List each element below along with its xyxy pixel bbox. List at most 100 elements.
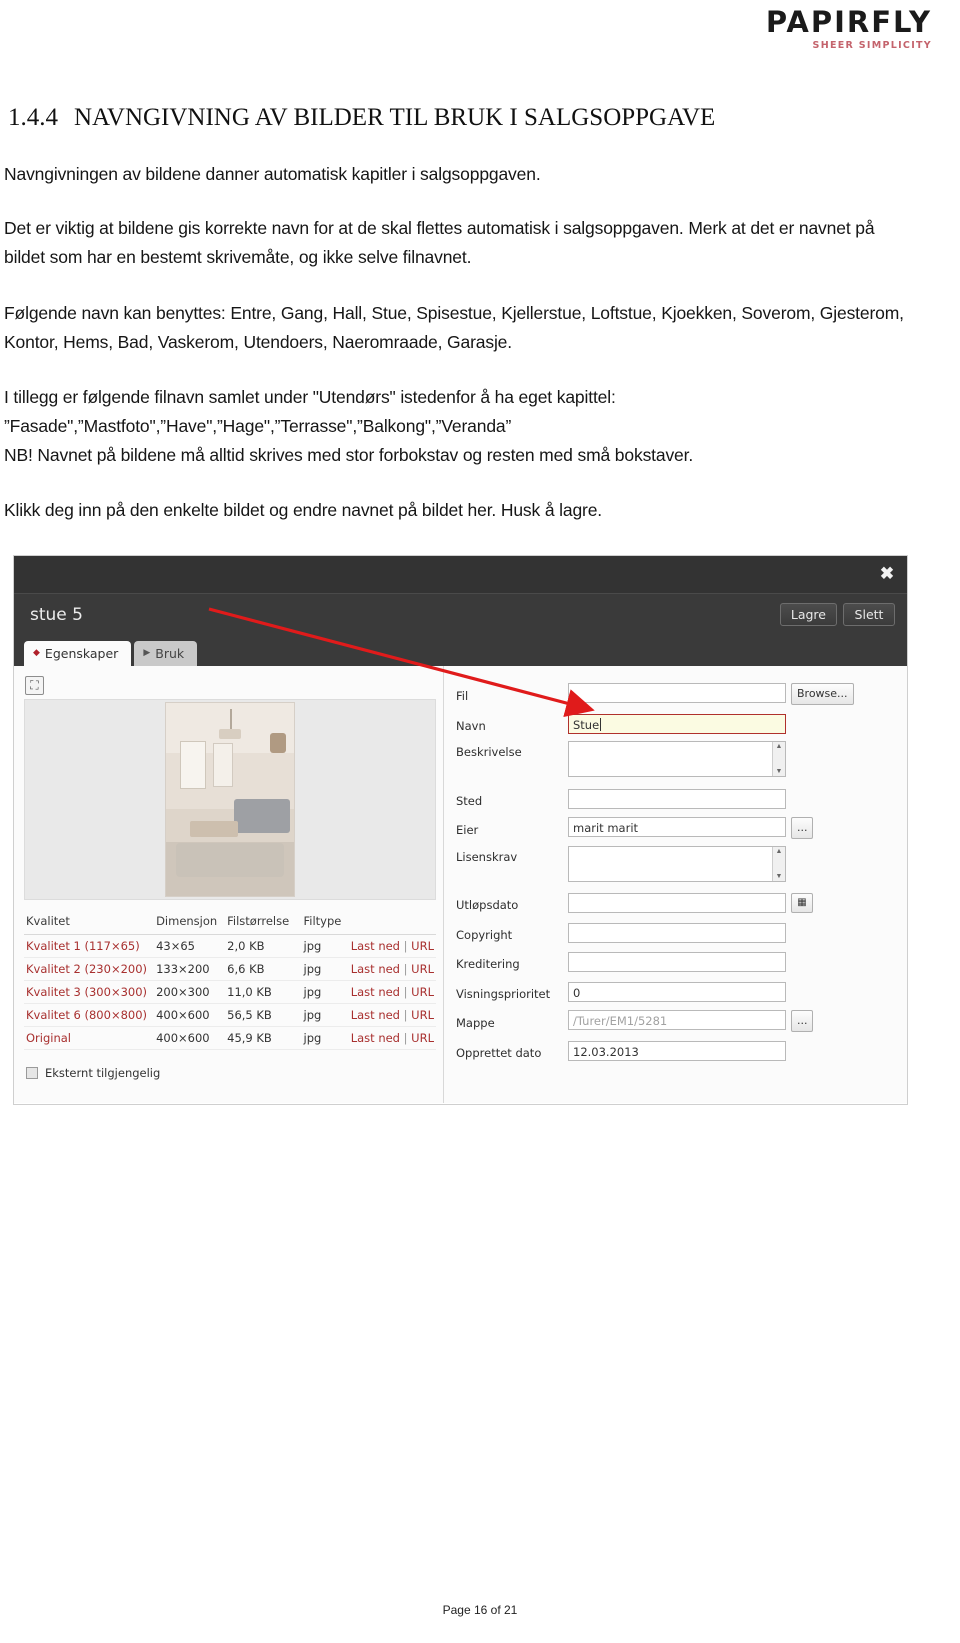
label-kreditering: Kreditering xyxy=(456,957,520,971)
form-row-mappe: Mappe /Turer/EM1/5281 ... xyxy=(456,1009,856,1033)
paragraph-allowed-names: Følgende navn kan benyttes: Entre, Gang,… xyxy=(4,303,904,352)
cell-filstorrelse: 6,6 KB xyxy=(225,957,302,981)
close-icon[interactable]: ✖ xyxy=(879,565,895,582)
paragraph-outdoor-list: ”Fasade",”Mastfoto",”Have",”Hage",”Terra… xyxy=(4,416,512,436)
cell-filstorrelse: 45,9 KB xyxy=(225,1026,302,1050)
label-utlopsdato: Utløpsdato xyxy=(456,898,519,912)
input-visningsprioritet[interactable]: 0 xyxy=(568,981,786,1002)
brand-logo: PAPIRFLY SHEER SIMPLICITY xyxy=(766,8,932,51)
form-row-visningsprioritet: Visningsprioritet 0 xyxy=(456,980,856,1004)
download-link[interactable]: Last ned xyxy=(351,1031,400,1045)
separator: | xyxy=(403,939,408,953)
cell-dimensjon: 43×65 xyxy=(154,934,226,958)
form-row-utlopsdato: Utløpsdato ▦ xyxy=(456,891,856,915)
image-preview[interactable] xyxy=(24,699,436,900)
input-eier[interactable]: marit marit xyxy=(568,817,786,837)
table-row: Kvalitet 3 (300×300) 200×300 11,0 KB jpg… xyxy=(24,980,436,1004)
cell-dimensjon: 400×600 xyxy=(154,1003,226,1027)
save-button[interactable]: Lagre xyxy=(779,603,837,626)
scrollbar-beskrivelse[interactable]: ▲ ▼ xyxy=(772,742,785,776)
cell-filtype: jpg xyxy=(301,934,349,958)
cell-actions: Last ned | URL xyxy=(348,934,436,958)
form-row-sted: Sted xyxy=(456,787,856,811)
url-link[interactable]: URL xyxy=(411,1031,434,1045)
text-caret xyxy=(600,717,602,731)
input-sted[interactable] xyxy=(568,788,786,809)
cell-actions: Last ned | URL xyxy=(348,980,436,1004)
url-link[interactable]: URL xyxy=(411,1008,434,1022)
page-footer: Page 16 of 21 xyxy=(442,1603,518,1617)
input-kreditering[interactable] xyxy=(568,952,786,972)
cell-filstorrelse: 56,5 KB xyxy=(225,1003,302,1027)
paragraph-intro: Navngivningen av bildene danner automati… xyxy=(4,164,541,184)
cell-dimensjon: 133×200 xyxy=(154,957,226,981)
properties-form: Fil Browse... Navn Stue Beskrivelse ▲ ▼ … xyxy=(456,682,856,1068)
label-opprettet-dato: Opprettet dato xyxy=(456,1045,542,1060)
download-link[interactable]: Last ned xyxy=(351,985,400,999)
app-top-strip xyxy=(14,556,907,593)
url-link[interactable]: URL xyxy=(411,962,434,976)
tab-bruk[interactable]: ▶ Bruk xyxy=(134,641,198,666)
input-navn-value: Stue xyxy=(573,717,600,732)
scrollbar-lisenskrav[interactable]: ▲ ▼ xyxy=(772,846,785,881)
input-lisenskrav[interactable]: ▲ ▼ xyxy=(568,845,786,882)
cell-actions: Last ned | URL xyxy=(348,1026,436,1050)
input-mappe: /Turer/EM1/5281 xyxy=(568,1010,786,1030)
download-link[interactable]: Last ned xyxy=(351,962,400,976)
play-icon: ▶ xyxy=(143,648,151,658)
cell-filtype: jpg xyxy=(301,1003,349,1027)
form-row-navn: Navn Stue xyxy=(456,712,856,736)
form-row-copyright: Copyright xyxy=(456,921,856,945)
table-row: Kvalitet 6 (800×800) 400×600 56,5 KB jpg… xyxy=(24,1003,436,1027)
label-eier: Eier xyxy=(456,823,479,837)
heading-number: 1.4.4 xyxy=(8,104,58,131)
delete-button[interactable]: Slett xyxy=(843,603,895,626)
browse-button[interactable]: Browse... xyxy=(791,683,854,705)
cell-filtype: jpg xyxy=(301,980,349,1004)
input-fil[interactable] xyxy=(568,683,786,703)
checkbox-eksternt-tilgjengelig[interactable] xyxy=(26,1067,38,1079)
form-row-beskrivelse: Beskrivelse ▲ ▼ xyxy=(456,741,856,781)
app-tabs: ◆ Egenskaper ▶ Bruk xyxy=(14,639,907,666)
separator: | xyxy=(403,1031,408,1045)
download-link[interactable]: Last ned xyxy=(351,939,400,953)
quality-table: Kvalitet Dimensjon Filstørrelse Filtype … xyxy=(24,909,436,1050)
col-actions xyxy=(348,909,436,935)
tab-egenskaper[interactable]: ◆ Egenskaper xyxy=(24,641,132,666)
form-row-kreditering: Kreditering xyxy=(456,950,856,974)
form-row-lisenskrav: Lisenskrav ▲ ▼ xyxy=(456,845,856,886)
label-copyright: Copyright xyxy=(456,927,513,942)
app-body: ⛶ Kvalitet Dimensjon Filstørrelse Filtyp… xyxy=(14,666,907,1103)
app-title-bar: ✖ stue 5 Lagre Slett xyxy=(14,565,907,639)
label-visningsprioritet: Visningsprioritet xyxy=(456,986,551,1001)
input-copyright[interactable] xyxy=(568,922,786,943)
label-navn: Navn xyxy=(456,718,486,733)
eier-picker-button[interactable]: ... xyxy=(791,817,813,839)
separator: | xyxy=(403,1008,408,1022)
cell-actions: Last ned | URL xyxy=(348,1003,436,1027)
paragraph-nb: NB! Navnet på bildene må alltid skrives … xyxy=(4,445,694,465)
cell-filstorrelse: 11,0 KB xyxy=(225,980,302,1004)
input-navn[interactable]: Stue xyxy=(568,713,786,734)
crop-icon[interactable]: ⛶ xyxy=(25,676,44,695)
table-row: Kvalitet 1 (117×65) 43×65 2,0 KB jpg Las… xyxy=(24,934,436,958)
input-beskrivelse[interactable]: ▲ ▼ xyxy=(568,741,786,777)
table-header-row: Kvalitet Dimensjon Filstørrelse Filtype xyxy=(24,909,436,935)
download-link[interactable]: Last ned xyxy=(351,1008,400,1022)
col-filstorrelse: Filstørrelse xyxy=(225,909,302,935)
cell-actions: Last ned | URL xyxy=(348,957,436,981)
heading-text: NAVNGIVNING AV BILDER TIL BRUK I SALGSOP… xyxy=(74,104,716,131)
cell-kvalitet: Kvalitet 6 (800×800) xyxy=(24,1003,155,1027)
col-filtype: Filtype xyxy=(301,909,349,935)
separator: | xyxy=(403,985,408,999)
table-row: Kvalitet 2 (230×200) 133×200 6,6 KB jpg … xyxy=(24,957,436,981)
url-link[interactable]: URL xyxy=(411,939,434,953)
url-link[interactable]: URL xyxy=(411,985,434,999)
external-available-row[interactable]: Eksternt tilgjengelig xyxy=(26,1066,160,1080)
calendar-icon[interactable]: ▦ xyxy=(791,893,813,913)
page-title: 1.4.4 NAVNGIVNING AV BILDER TIL BRUK I SA… xyxy=(8,104,715,132)
properties-pane: Fil Browse... Navn Stue Beskrivelse ▲ ▼ … xyxy=(444,666,907,1103)
mappe-picker-button[interactable]: ... xyxy=(791,1010,813,1032)
input-utlopsdato[interactable] xyxy=(568,893,786,913)
col-kvalitet: Kvalitet xyxy=(24,909,155,935)
